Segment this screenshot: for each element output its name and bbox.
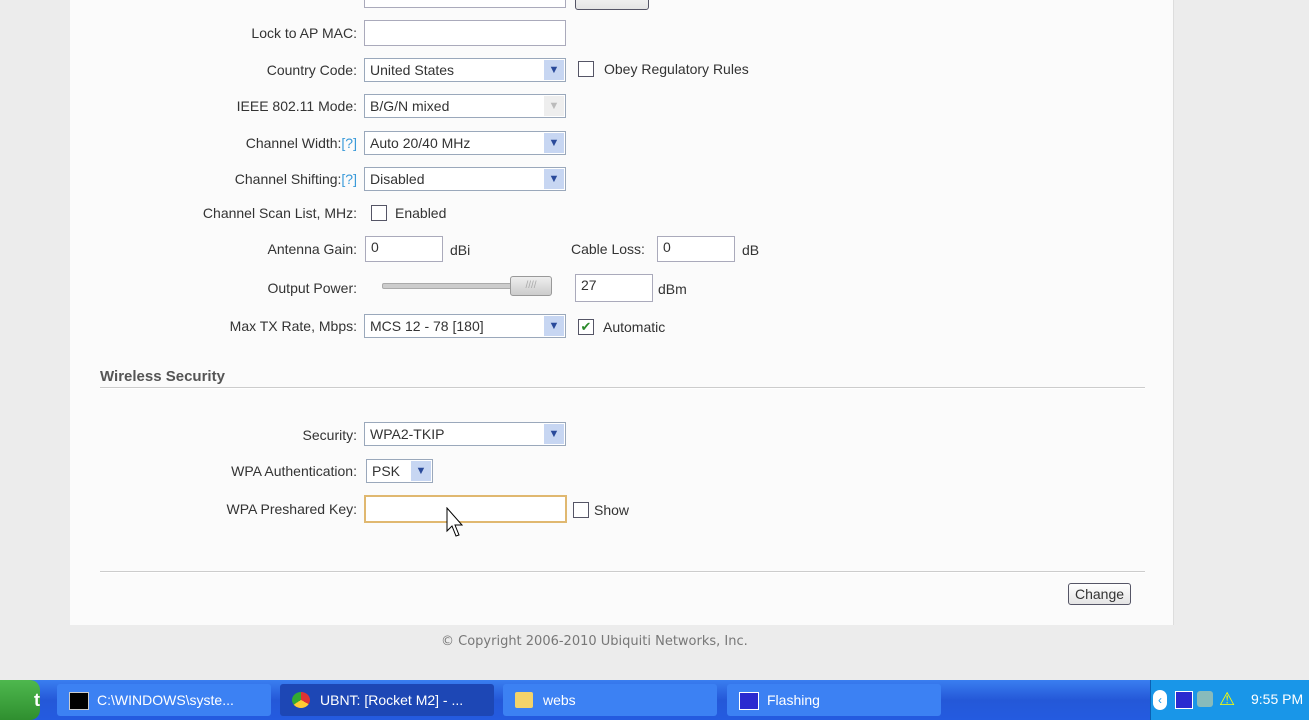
chevron-down-icon: ▼	[544, 133, 564, 153]
antenna-gain-input[interactable]: 0	[365, 236, 443, 262]
wireless-security-heading: Wireless Security	[100, 368, 225, 385]
antenna-gain-unit: dBi	[450, 242, 471, 258]
start-button[interactable]: t	[0, 680, 40, 720]
taskbar-item-label: Flashing	[767, 692, 820, 708]
taskbar-item-label: C:\WINDOWS\syste...	[97, 692, 234, 708]
copyright: © Copyright 2006-2010 Ubiquiti Networks,…	[441, 634, 748, 649]
taskbar-item-webs[interactable]: webs	[503, 684, 717, 716]
section-divider	[100, 387, 1145, 389]
folder-icon	[515, 692, 533, 708]
cable-loss-label: Cable Loss:	[571, 241, 645, 257]
country-code-label: Country Code:	[266, 62, 357, 78]
cable-loss-unit: dB	[742, 242, 760, 258]
channel-shifting-value: Disabled	[370, 171, 425, 187]
channel-width-value: Auto 20/40 MHz	[370, 135, 471, 151]
channel-scan-label: Channel Scan List, MHz:	[202, 205, 357, 221]
channel-scan-enabled-label: Enabled	[395, 205, 447, 221]
show-hidden-icons-button[interactable]: ‹	[1153, 690, 1167, 710]
network-icon[interactable]	[1197, 691, 1213, 707]
max-tx-label: Max TX Rate, Mbps:	[229, 318, 357, 334]
warning-icon[interactable]: ⚠	[1219, 689, 1235, 710]
previous-input[interactable]	[364, 0, 566, 8]
ieee-mode-value: B/G/N mixed	[370, 98, 450, 114]
security-label: Security:	[302, 427, 357, 443]
chevron-down-icon: ▼	[544, 60, 564, 80]
channel-width-select[interactable]: Auto 20/40 MHz ▼	[364, 131, 566, 155]
lock-ap-mac-label: Lock to AP MAC:	[251, 25, 357, 41]
bottom-divider	[100, 571, 1145, 573]
channel-width-help-link[interactable]: [?]	[341, 135, 357, 151]
chevron-down-icon: ▼	[411, 461, 431, 481]
taskbar-item-chrome[interactable]: UBNT: [Rocket M2] - ...	[280, 684, 494, 716]
cmd-icon	[69, 692, 89, 710]
channel-shifting-help-link[interactable]: [?]	[341, 171, 357, 187]
taskbar-item-label: webs	[543, 692, 576, 708]
taskbar-item-cmd[interactable]: C:\WINDOWS\syste...	[57, 684, 271, 716]
cable-loss-input[interactable]: 0	[657, 236, 735, 262]
psk-show-checkbox[interactable]	[573, 502, 589, 518]
country-code-select[interactable]: United States ▼	[364, 58, 566, 82]
output-power-slider-handle[interactable]: ////	[510, 276, 552, 296]
taskbar-item-label: UBNT: [Rocket M2] - ...	[320, 692, 464, 708]
wpa-auth-label: WPA Authentication:	[231, 463, 357, 479]
wpa-auth-select[interactable]: PSK ▼	[366, 459, 433, 483]
taskbar: t C:\WINDOWS\syste... UBNT: [Rocket M2] …	[0, 680, 1309, 720]
app-icon	[739, 692, 759, 710]
channel-width-label: Channel Width:[?]	[246, 135, 357, 151]
antenna-gain-label: Antenna Gain:	[267, 241, 357, 257]
max-tx-select[interactable]: MCS 12 - 78 [180] ▼	[364, 314, 566, 338]
max-tx-automatic-label: Automatic	[603, 319, 666, 335]
channel-scan-checkbox[interactable]	[371, 205, 387, 221]
settings-panel	[70, 0, 1174, 625]
ieee-mode-select: B/G/N mixed ▼	[364, 94, 566, 118]
output-power-unit: dBm	[658, 281, 687, 297]
clock[interactable]: 9:55 PM	[1251, 691, 1303, 707]
channel-width-text: Channel Width:	[245, 135, 342, 151]
output-power-input[interactable]: 27	[575, 274, 653, 302]
channel-shifting-label: Channel Shifting:[?]	[235, 171, 357, 187]
max-tx-value: MCS 12 - 78 [180]	[370, 318, 484, 334]
psk-input[interactable]	[364, 495, 567, 523]
channel-shifting-text: Channel Shifting:	[234, 171, 342, 187]
ieee-mode-label: IEEE 802.11 Mode:	[236, 98, 357, 114]
chevron-down-icon: ▼	[544, 96, 564, 116]
mouse-cursor-icon	[446, 507, 464, 537]
output-power-label: Output Power:	[267, 280, 358, 296]
channel-shifting-select[interactable]: Disabled ▼	[364, 167, 566, 191]
wpa-auth-value: PSK	[372, 463, 401, 479]
start-label: t	[34, 690, 40, 710]
lock-ap-mac-input[interactable]	[364, 20, 566, 46]
chevron-down-icon: ▼	[544, 169, 564, 189]
taskbar-item-flashing[interactable]: Flashing	[727, 684, 941, 716]
max-tx-automatic-checkbox[interactable]: ✔	[578, 319, 594, 335]
security-value: WPA2-TKIP	[370, 426, 445, 442]
chrome-icon	[292, 692, 310, 708]
chevron-down-icon: ▼	[544, 424, 564, 444]
psk-label: WPA Preshared Key:	[226, 501, 357, 517]
country-code-value: United States	[370, 62, 455, 78]
security-select[interactable]: WPA2-TKIP ▼	[364, 422, 566, 446]
psk-show-label: Show	[594, 502, 630, 518]
obey-rules-checkbox[interactable]	[578, 61, 594, 77]
tray-app-icon[interactable]	[1175, 691, 1193, 709]
system-tray: ‹ ⚠ 9:55 PM	[1150, 680, 1309, 720]
obey-rules-label: Obey Regulatory Rules	[604, 61, 749, 77]
previous-button[interactable]	[575, 0, 649, 10]
chevron-down-icon: ▼	[544, 316, 564, 336]
change-button[interactable]: Change	[1068, 583, 1132, 605]
